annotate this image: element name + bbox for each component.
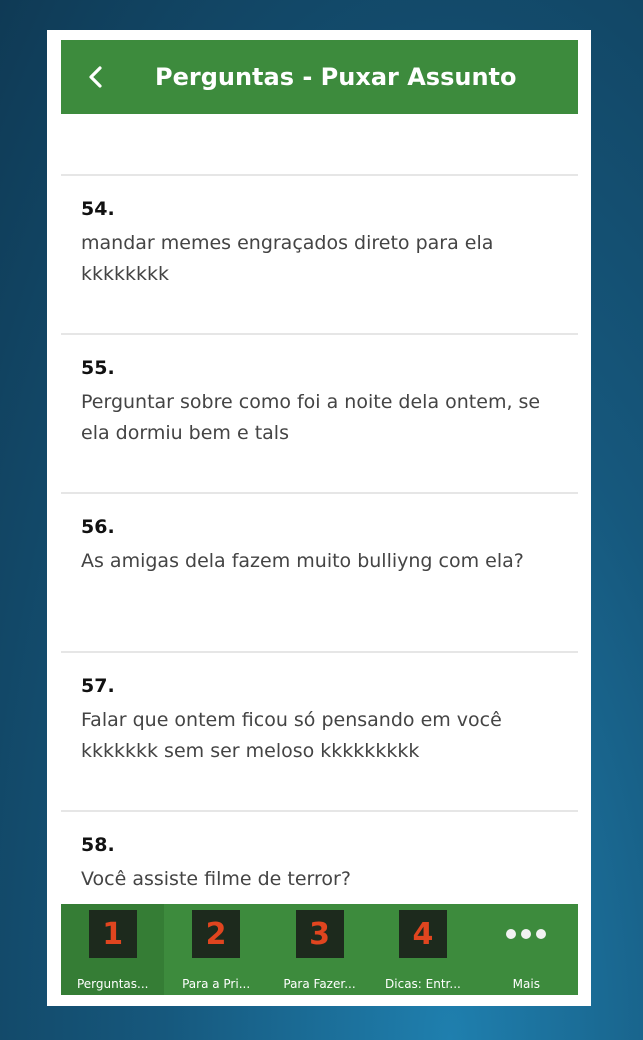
app-header: Perguntas - Puxar Assunto (61, 40, 578, 114)
tab-label: Para Fazer... (283, 977, 356, 991)
tab-perguntas[interactable]: 1 Perguntas... (61, 904, 165, 995)
item-number: 55. (81, 357, 115, 379)
item-text: Perguntar sobre como foi a noite dela on… (81, 391, 541, 444)
tab-label: Mais (512, 977, 540, 991)
tab-label: Para a Pri... (182, 977, 251, 991)
item-number: 58. (81, 834, 115, 856)
app-screen: Perguntas - Puxar Assunto 54. mandar mem… (61, 40, 578, 995)
item-number: 57. (81, 675, 115, 697)
item-text: As amigas dela fazem muito bulliyng com … (81, 550, 524, 572)
back-button[interactable] (61, 40, 131, 114)
list-item[interactable]: 57. Falar que ontem ficou só pensando em… (61, 653, 578, 810)
tab-number-icon: 4 (398, 910, 447, 958)
tab-number-icon: 3 (295, 910, 344, 958)
item-text: Você assiste filme de terror? (81, 868, 351, 890)
tab-label: Dicas: Entr... (385, 977, 461, 991)
list-item[interactable]: 58. Você assiste filme de terror? (61, 812, 578, 904)
list-item[interactable]: 55. Perguntar sobre como foi a noite del… (61, 335, 578, 492)
list-item[interactable]: 56. As amigas dela fazem muito bulliyng … (61, 494, 578, 651)
tab-number-icon: 1 (88, 910, 137, 958)
list-item[interactable]: 54. mandar memes engraçados direto para … (61, 176, 578, 333)
list-item (61, 114, 578, 174)
tab-para-a-pri[interactable]: 2 Para a Pri... (164, 904, 267, 995)
bottom-tab-bar: 1 Perguntas... 2 Para a Pri... 3 Para Fa… (61, 904, 578, 995)
tab-dicas[interactable]: 4 Dicas: Entr... (371, 904, 474, 995)
chevron-left-icon (89, 66, 102, 88)
tab-number-icon: 2 (192, 910, 241, 958)
item-number: 54. (81, 198, 115, 220)
item-text: mandar memes engraçados direto para ela … (81, 232, 494, 285)
tab-para-fazer[interactable]: 3 Para Fazer... (268, 904, 371, 995)
item-text: Falar que ontem ficou só pensando em voc… (81, 709, 502, 762)
tab-mais[interactable]: Mais (475, 904, 578, 995)
item-number: 56. (81, 516, 115, 538)
phone-frame: Perguntas - Puxar Assunto 54. mandar mem… (47, 30, 591, 1006)
more-dots-icon (506, 910, 547, 958)
questions-list[interactable]: 54. mandar memes engraçados direto para … (61, 114, 578, 904)
tab-label: Perguntas... (76, 977, 149, 991)
page-title: Perguntas - Puxar Assunto (155, 63, 517, 91)
